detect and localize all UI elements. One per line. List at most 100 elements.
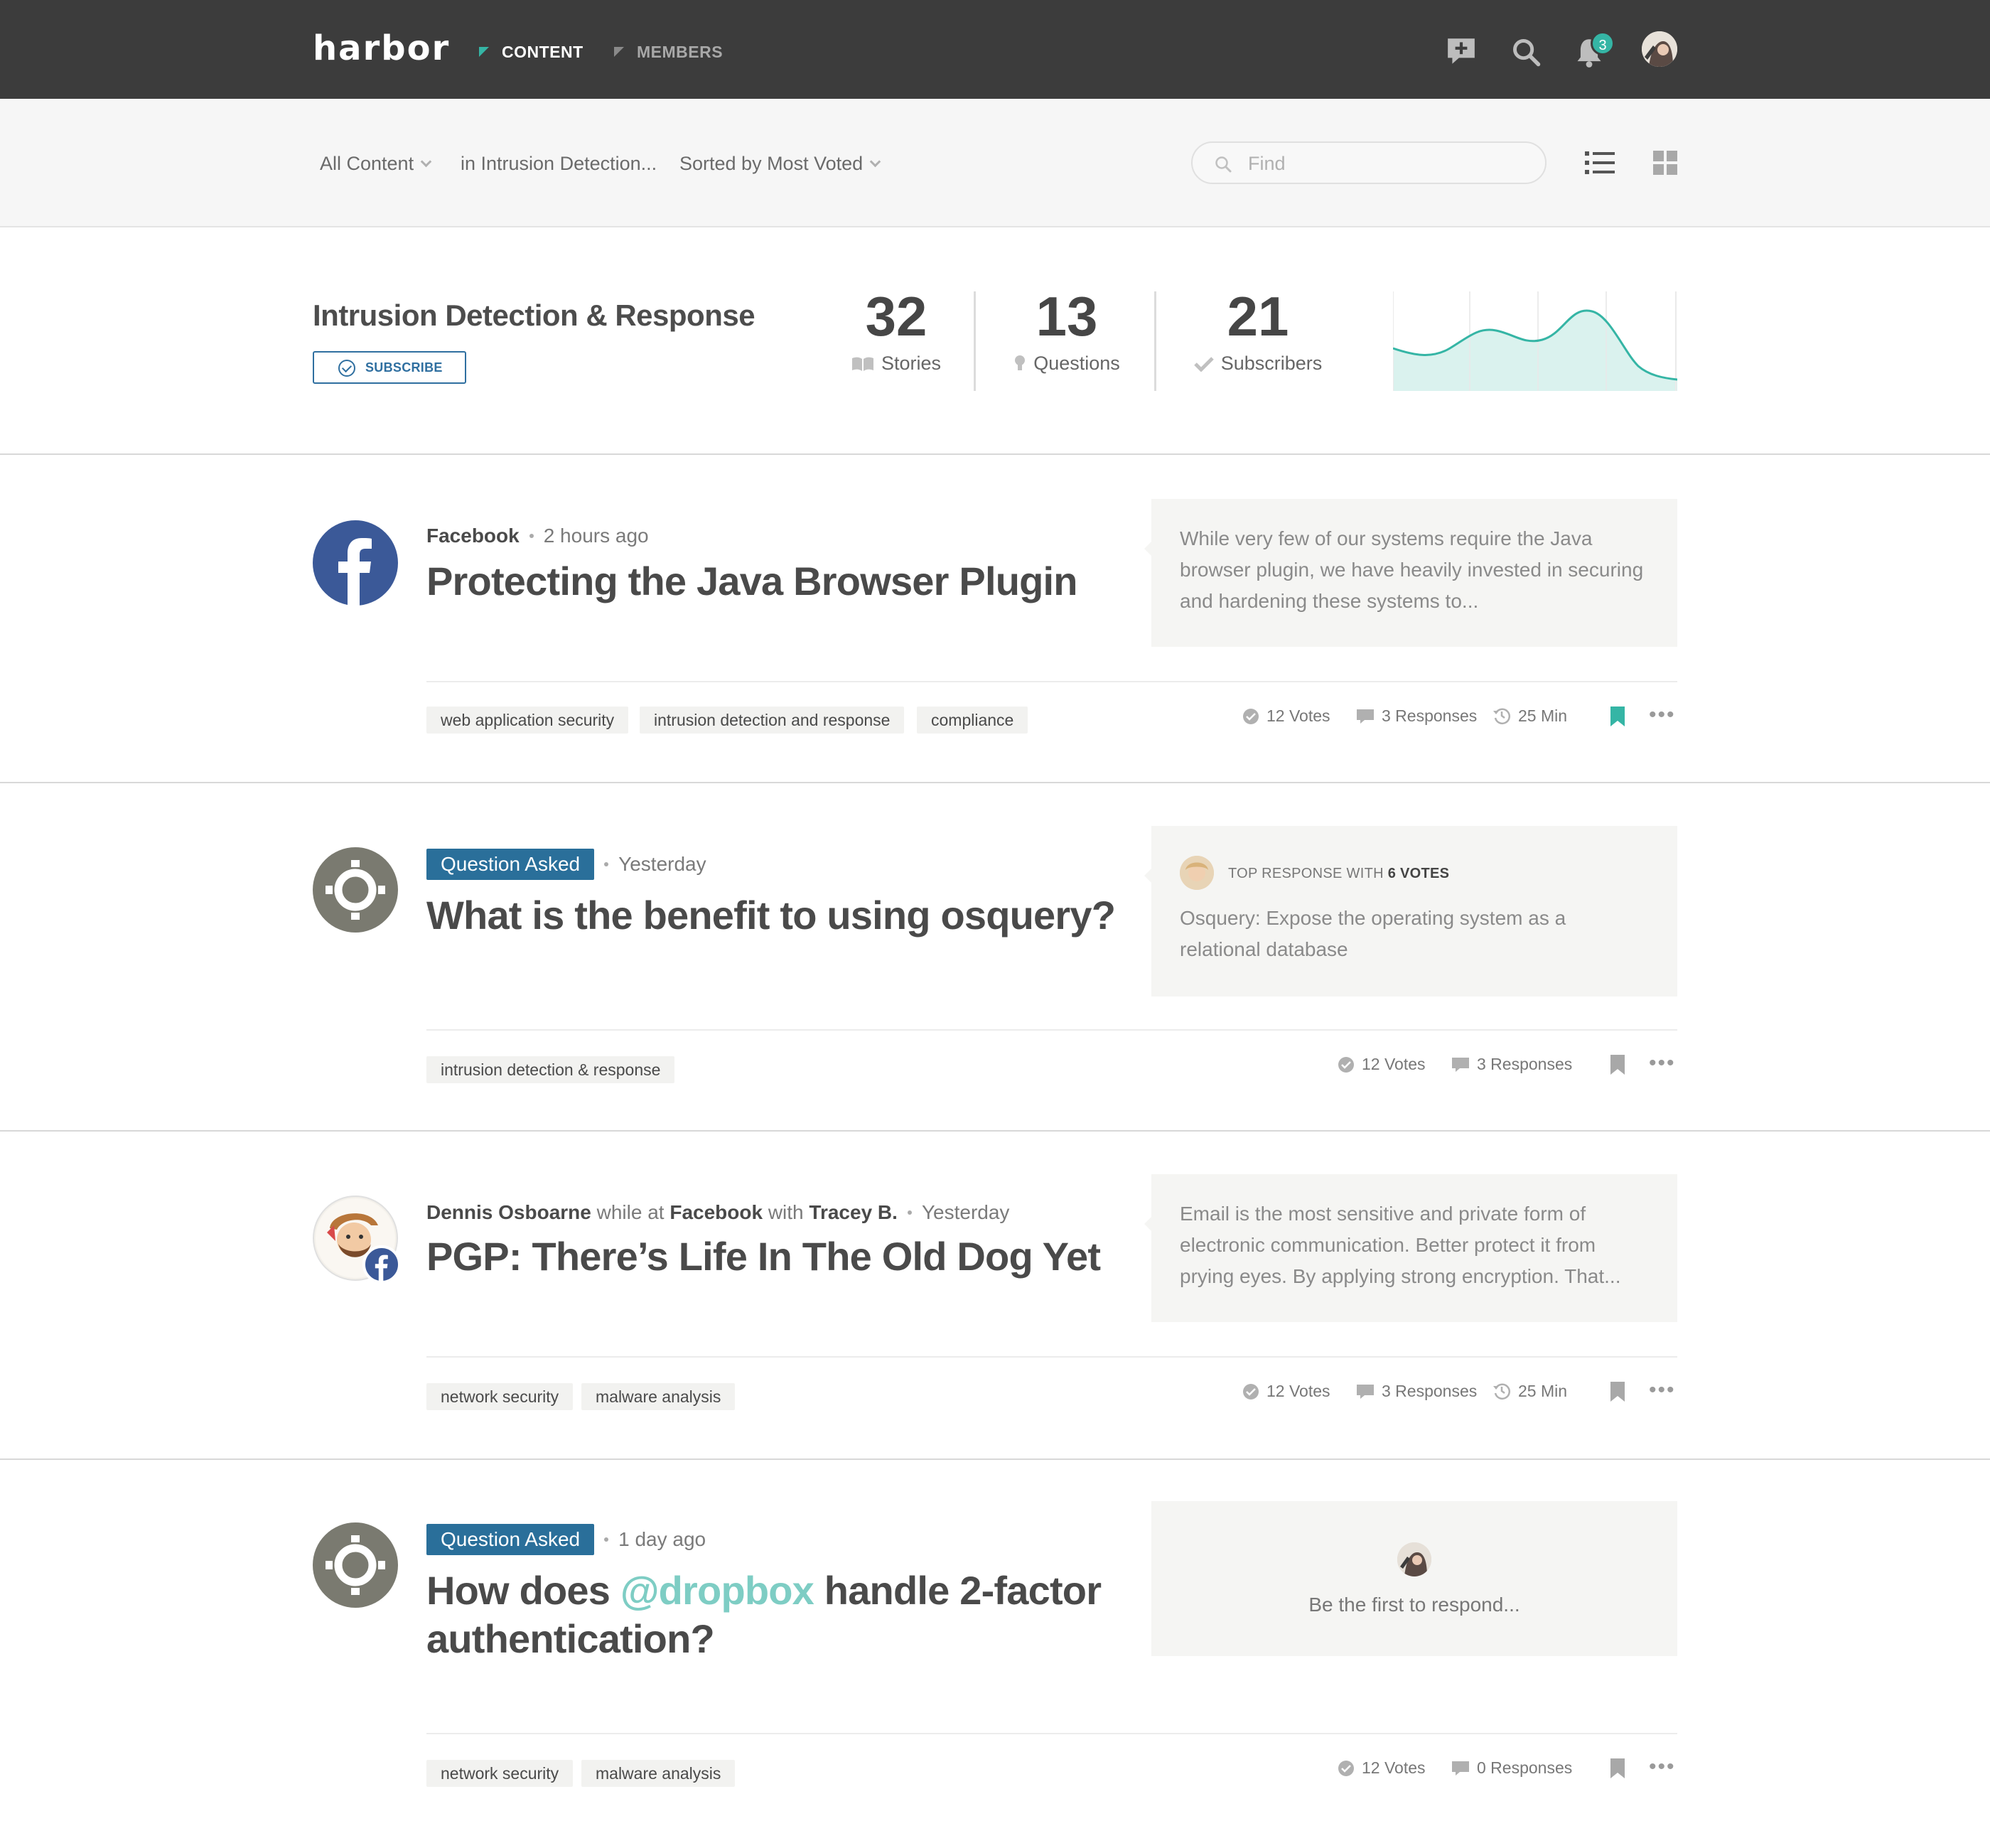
facebook-icon: [375, 1255, 388, 1281]
facebook-badge: [362, 1245, 401, 1284]
separator-dot: [604, 1537, 609, 1542]
author-name[interactable]: Facebook: [426, 525, 520, 547]
more-options-button[interactable]: •••: [1649, 1756, 1676, 1778]
question-avatar: [313, 847, 398, 933]
search-input[interactable]: [1248, 151, 1518, 176]
section-divider: [0, 782, 1990, 783]
search-icon[interactable]: [1511, 37, 1542, 68]
bookmark-icon[interactable]: [1610, 1382, 1625, 1402]
vote-check-icon: [1243, 709, 1259, 724]
top-response-label: TOP RESPONSE WITH 6 VOTES: [1228, 866, 1449, 881]
mention-link[interactable]: @dropbox: [620, 1568, 814, 1613]
bookmark-icon[interactable]: [1610, 1758, 1625, 1778]
post-meta: Question Asked Yesterday: [426, 849, 706, 880]
sort-dropdown[interactable]: Sorted by Most Voted: [679, 153, 881, 175]
bookmark-icon[interactable]: [1610, 707, 1625, 726]
excerpt-text: Email is the most sensitive and private …: [1180, 1203, 1621, 1287]
subscribers-stat[interactable]: 21 Subscribers: [1187, 284, 1329, 375]
user-avatar[interactable]: [1642, 31, 1677, 67]
responses-button[interactable]: 3 Responses: [1356, 1382, 1477, 1401]
tag[interactable]: malware analysis: [581, 1760, 736, 1787]
section-divider: [0, 1458, 1990, 1460]
respond-prompt: Be the first to respond...: [1308, 1594, 1520, 1616]
scope-label: in Intrusion Detection...: [461, 153, 657, 174]
top-response-prefix: TOP RESPONSE WITH: [1228, 866, 1384, 881]
votes-count: 12 Votes: [1362, 1758, 1426, 1777]
tab-members-label: MEMBERS: [637, 43, 724, 61]
votes-button[interactable]: 12 Votes: [1242, 707, 1330, 726]
tag[interactable]: malware analysis: [581, 1383, 736, 1410]
content-type-dropdown[interactable]: All Content: [320, 153, 432, 175]
chevron-down-icon: [420, 156, 432, 168]
while-at-text: while at: [596, 1201, 665, 1223]
post-excerpt[interactable]: Email is the most sensitive and private …: [1144, 1174, 1677, 1322]
post-title[interactable]: PGP: There’s Life In The Old Dog Yet: [426, 1232, 1101, 1281]
title-prefix: How does: [426, 1568, 611, 1613]
tag[interactable]: intrusion detection and response: [640, 707, 905, 734]
votes-count: 12 Votes: [1266, 1382, 1330, 1400]
stories-label-text: Stories: [881, 353, 942, 374]
tag[interactable]: network security: [426, 1760, 574, 1787]
top-response-header: TOP RESPONSE WITH 6 VOTES: [1180, 854, 1649, 890]
read-time: 25 Min: [1492, 1382, 1567, 1401]
comment-icon: [1357, 1385, 1374, 1399]
post-meta: Facebook 2 hours ago: [426, 525, 649, 547]
author-name[interactable]: Dennis Osboarne: [426, 1201, 591, 1223]
tag[interactable]: network security: [426, 1383, 574, 1410]
tab-content[interactable]: CONTENT: [479, 43, 583, 62]
post-meta: Dennis Osboarne while at Facebook with T…: [426, 1201, 1009, 1224]
stories-count: 32: [865, 285, 927, 348]
votes-count: 12 Votes: [1266, 707, 1330, 725]
company-name[interactable]: Facebook: [669, 1201, 763, 1223]
responses-button[interactable]: 0 Responses: [1451, 1758, 1572, 1778]
responses-count: 3 Responses: [1477, 1055, 1573, 1073]
more-options-button[interactable]: •••: [1649, 704, 1676, 726]
stories-stat[interactable]: 32 Stories: [843, 284, 950, 375]
post-title[interactable]: What is the benefit to using osquery?: [426, 891, 1116, 940]
votes-count: 12 Votes: [1362, 1055, 1426, 1073]
post-title[interactable]: How does @dropbox handle 2-factor authen…: [426, 1567, 1123, 1663]
item-divider: [426, 1356, 1677, 1358]
scope-filter[interactable]: in Intrusion Detection...: [461, 153, 657, 175]
responder-avatar[interactable]: [1180, 855, 1214, 890]
questions-count: 13: [1036, 285, 1098, 348]
new-post-icon[interactable]: [1446, 36, 1477, 67]
bookmark-icon[interactable]: [1610, 1055, 1625, 1075]
responses-button[interactable]: 3 Responses: [1356, 707, 1477, 726]
user-avatar: [1397, 1542, 1431, 1576]
facebook-avatar[interactable]: [313, 520, 398, 606]
tag[interactable]: intrusion detection & response: [426, 1056, 675, 1083]
tab-members[interactable]: MEMBERS: [614, 43, 723, 62]
subscribe-button[interactable]: SUBSCRIBE: [313, 351, 466, 384]
item-divider: [426, 681, 1677, 682]
more-options-button[interactable]: •••: [1649, 1053, 1676, 1074]
post-excerpt[interactable]: While very few of our systems require th…: [1144, 499, 1677, 647]
checkmark-icon: [1193, 357, 1214, 372]
top-response-box[interactable]: TOP RESPONSE WITH 6 VOTES Osquery: Expos…: [1144, 826, 1677, 996]
responses-count: 3 Responses: [1382, 707, 1478, 725]
harbor-logo[interactable]: harbor: [313, 28, 450, 68]
grid-view-icon[interactable]: [1653, 151, 1677, 175]
post-title[interactable]: Protecting the Java Browser Plugin: [426, 557, 1078, 606]
post-time: 1 day ago: [618, 1528, 706, 1550]
lifebuoy-icon: [326, 860, 385, 920]
coauthor-name[interactable]: Tracey B.: [809, 1201, 898, 1223]
questions-stat[interactable]: 13 Questions: [1006, 284, 1127, 375]
votes-button[interactable]: 12 Votes: [1338, 1055, 1426, 1074]
list-view-icon[interactable]: [1585, 151, 1615, 175]
votes-button[interactable]: 12 Votes: [1338, 1758, 1426, 1778]
respond-box[interactable]: Be the first to respond...: [1151, 1501, 1677, 1656]
notification-badge: 3: [1591, 31, 1615, 55]
history-icon: [1493, 708, 1510, 725]
responses-button[interactable]: 3 Responses: [1451, 1055, 1572, 1074]
separator-dot: [907, 1210, 912, 1215]
sort-label: Sorted by Most Voted: [679, 153, 864, 174]
tag[interactable]: web application security: [426, 707, 629, 734]
stat-divider: [1154, 291, 1156, 391]
tag[interactable]: compliance: [917, 707, 1028, 734]
top-navigation: harbor CONTENT MEMBERS 3: [0, 0, 1990, 99]
more-options-button[interactable]: •••: [1649, 1380, 1676, 1401]
chevron-down-icon: [869, 156, 881, 168]
tab-indicator-icon: [479, 47, 489, 57]
votes-button[interactable]: 12 Votes: [1242, 1382, 1330, 1401]
